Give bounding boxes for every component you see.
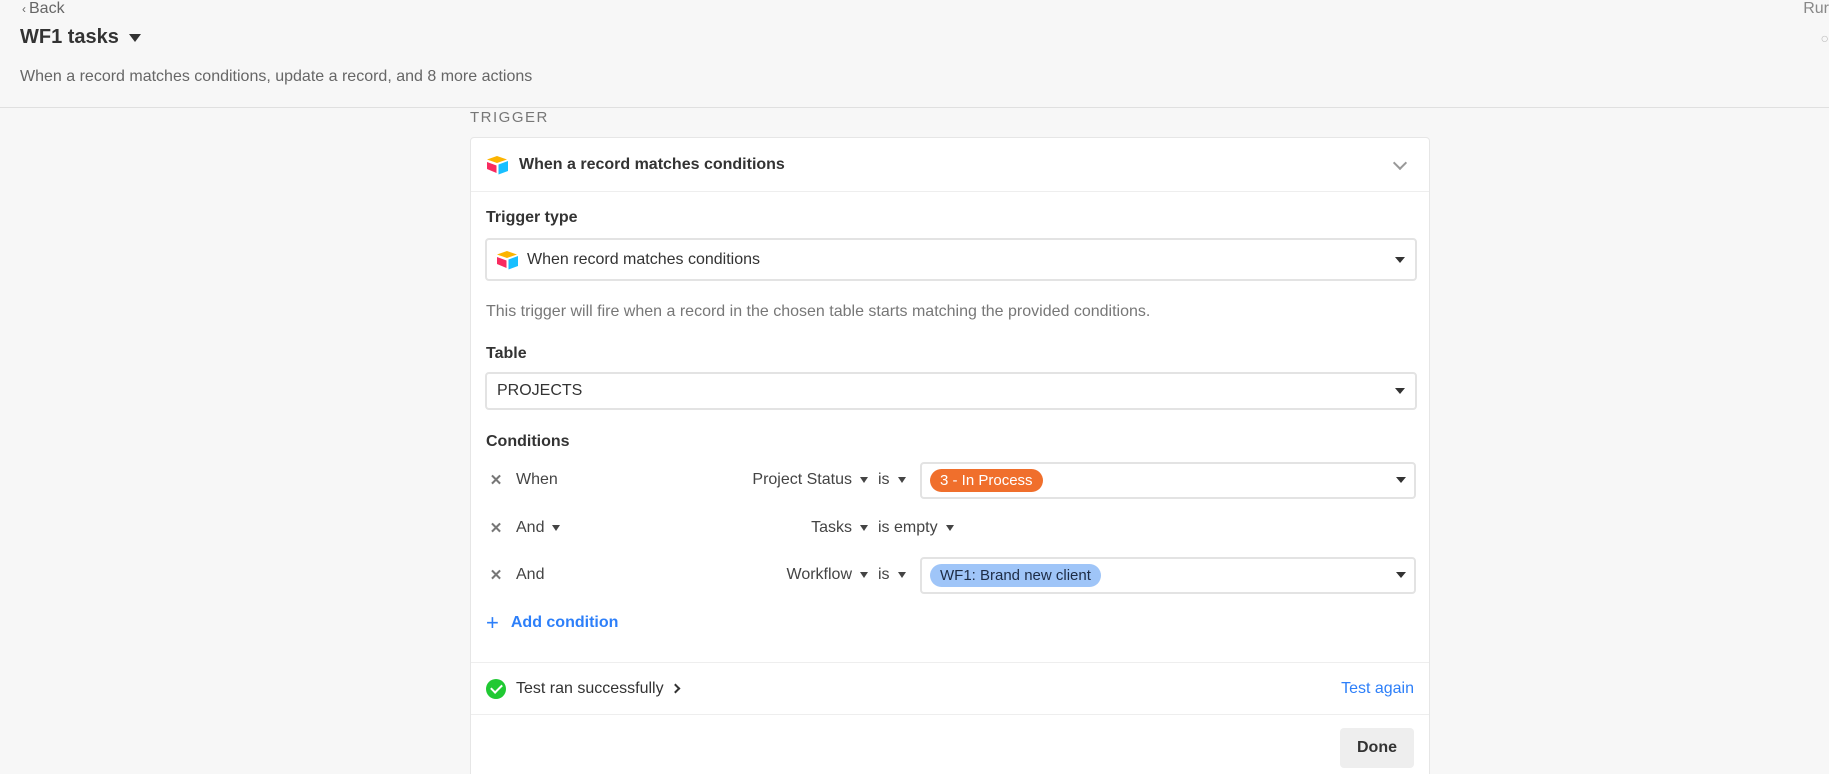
- status-pill: 3 - In Process: [930, 468, 1043, 492]
- remove-condition-icon[interactable]: ✕: [486, 519, 506, 537]
- test-again-link[interactable]: Test again: [1341, 680, 1414, 698]
- caret-down-icon: [128, 33, 141, 42]
- condition-field-text: Project Status: [752, 471, 852, 488]
- condition-value-select[interactable]: 3 - In Process: [920, 461, 1416, 499]
- trigger-type-label: Trigger type: [486, 209, 578, 226]
- chevron-left-icon: ‹: [22, 2, 26, 16]
- condition-row: ✕ And Workflow is WF1: Brand new client: [486, 556, 1418, 594]
- section-label-trigger: TRIGGER: [470, 109, 549, 126]
- table-label: Table: [486, 345, 527, 362]
- add-condition-label: Add condition: [510, 614, 619, 631]
- dropdown-caret-icon: [1395, 256, 1405, 263]
- caret-down-icon: [897, 572, 906, 578]
- condition-operator-select[interactable]: is empty: [878, 519, 954, 537]
- condition-operator-text: is empty: [878, 519, 938, 536]
- condition-operator-text: is: [878, 471, 890, 488]
- condition-field-select[interactable]: Workflow: [786, 566, 868, 584]
- caret-down-icon: [552, 525, 561, 531]
- condition-operator-text: is: [878, 566, 890, 583]
- table-value: PROJECTS: [497, 382, 583, 399]
- condition-row: ✕ And Tasks is empty: [486, 509, 1418, 547]
- airtable-logo-icon: [497, 250, 518, 269]
- done-button[interactable]: Done: [1340, 728, 1414, 768]
- add-condition-button[interactable]: + Add condition: [486, 612, 618, 634]
- condition-field-text: Tasks: [811, 519, 852, 536]
- caret-down-icon: [860, 572, 868, 578]
- condition-field-text: Workflow: [786, 566, 853, 583]
- automation-description: When a record matches conditions, update…: [20, 68, 533, 85]
- trigger-type-select[interactable]: When record matches conditions: [485, 238, 1417, 281]
- conjunction-text: And: [516, 519, 545, 536]
- chevron-right-icon[interactable]: [670, 683, 681, 694]
- condition-conjunction: When: [516, 471, 576, 489]
- condition-conjunction-select[interactable]: And: [516, 519, 576, 537]
- back-link[interactable]: ‹ Back: [22, 0, 65, 18]
- trigger-card-header[interactable]: When a record matches conditions: [471, 138, 1429, 192]
- caret-down-icon: [860, 477, 868, 483]
- dropdown-caret-icon: [1396, 477, 1406, 483]
- run-label[interactable]: Rur: [1803, 0, 1829, 18]
- dropdown-caret-icon: [1395, 388, 1405, 394]
- dropdown-caret-icon: [1396, 572, 1406, 578]
- remove-condition-icon[interactable]: ✕: [486, 471, 506, 489]
- caret-down-icon: [945, 525, 954, 531]
- caret-down-icon: [897, 477, 906, 483]
- conjunction-text: When: [516, 471, 558, 488]
- chevron-down-icon[interactable]: [1392, 155, 1408, 170]
- condition-operator-select[interactable]: is: [878, 471, 906, 489]
- automation-title[interactable]: WF1 tasks: [20, 26, 141, 49]
- run-toggle-icon[interactable]: ○: [1821, 30, 1829, 46]
- test-status-bar: Test ran successfully Test again: [471, 662, 1429, 715]
- test-status-text[interactable]: Test ran successfully: [516, 680, 664, 698]
- back-label: Back: [29, 0, 65, 17]
- automation-title-text: WF1 tasks: [20, 26, 119, 48]
- plus-icon: +: [486, 610, 499, 635]
- conditions-label: Conditions: [486, 433, 570, 450]
- condition-value-select[interactable]: WF1: Brand new client: [920, 556, 1416, 594]
- check-circle-icon: [486, 678, 506, 699]
- caret-down-icon: [860, 525, 868, 531]
- table-select[interactable]: PROJECTS: [485, 372, 1417, 410]
- condition-conjunction: And: [516, 566, 576, 584]
- header-divider: [0, 107, 1829, 108]
- trigger-helper-text: This trigger will fire when a record in …: [486, 303, 1151, 320]
- condition-operator-select[interactable]: is: [878, 566, 906, 584]
- trigger-card-title: When a record matches conditions: [519, 155, 785, 173]
- conjunction-text: And: [516, 566, 545, 583]
- condition-field-select[interactable]: Tasks: [811, 519, 868, 537]
- condition-field-select[interactable]: Project Status: [752, 471, 868, 489]
- workflow-pill: WF1: Brand new client: [930, 563, 1101, 587]
- trigger-card: When a record matches conditions Trigger…: [470, 137, 1430, 774]
- remove-condition-icon[interactable]: ✕: [486, 566, 506, 584]
- airtable-logo-icon: [487, 155, 508, 174]
- trigger-type-value: When record matches conditions: [527, 250, 760, 268]
- condition-row: ✕ When Project Status is 3 - In Process: [486, 461, 1418, 499]
